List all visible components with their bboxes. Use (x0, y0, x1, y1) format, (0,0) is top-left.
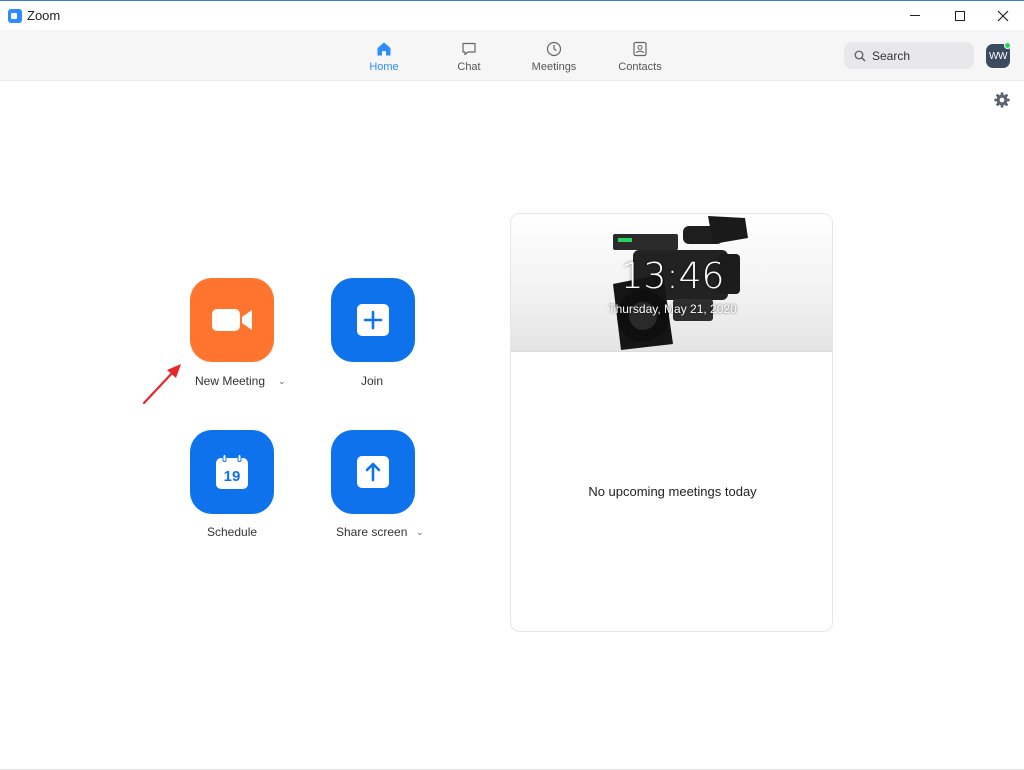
plus-icon (357, 304, 389, 336)
calendar-day-number: 19 (224, 468, 241, 485)
share-screen-label: Share screen (336, 525, 408, 539)
gear-icon[interactable] (993, 91, 1011, 109)
search-input[interactable]: Search (844, 42, 974, 69)
schedule-button[interactable]: 19 (190, 430, 274, 514)
current-date: Thursday, May 21, 2020 (608, 302, 737, 316)
zoom-logo-icon (8, 9, 22, 23)
tab-contacts[interactable]: Contacts (600, 30, 680, 81)
clock-banner: 13:46 Thursday, May 21, 2020 (511, 214, 832, 352)
tab-chat-label: Chat (457, 61, 481, 73)
new-meeting-button[interactable] (190, 278, 274, 362)
presence-status-indicator (1004, 42, 1011, 49)
upcoming-meetings-panel: 13:46 Thursday, May 21, 2020 No upcoming… (510, 213, 833, 632)
contact-card-icon (633, 41, 647, 57)
tab-meetings[interactable]: Meetings (514, 30, 594, 81)
upload-arrow-icon (357, 456, 389, 488)
tab-contacts-label: Contacts (618, 61, 662, 73)
top-nav-bar: Home Chat Meetings Contacts Search WW (0, 30, 1024, 81)
join-button[interactable] (331, 278, 415, 362)
tab-chat[interactable]: Chat (429, 30, 509, 81)
new-meeting-options-chevron-icon[interactable]: ⌄ (278, 376, 286, 387)
chat-bubble-icon (462, 42, 476, 56)
new-meeting-label: New Meeting (195, 374, 266, 388)
close-button[interactable] (980, 1, 1024, 30)
tab-home[interactable]: Home (344, 30, 424, 81)
share-screen-options-chevron-icon[interactable]: ⌄ (416, 527, 424, 538)
minimize-button[interactable] (892, 1, 937, 30)
title-bar: Zoom (0, 1, 1024, 30)
maximize-button[interactable] (937, 1, 982, 30)
clock-icon (546, 41, 562, 57)
search-placeholder: Search (872, 48, 911, 63)
video-camera-icon (212, 309, 252, 331)
no-meetings-message: No upcoming meetings today (588, 484, 757, 499)
window-title: Zoom (27, 8, 61, 23)
schedule-label: Schedule (207, 525, 258, 539)
share-screen-button[interactable] (331, 430, 415, 514)
search-icon (854, 50, 866, 61)
join-label: Join (361, 374, 384, 388)
close-icon (997, 10, 1008, 21)
annotation-arrow-icon (142, 364, 181, 405)
maximize-icon (954, 10, 965, 21)
zoom-window: Zoom Home Chat Meetings Contacts Search … (0, 0, 1024, 770)
calendar-icon: 19 (216, 454, 248, 489)
tab-meetings-label: Meetings (531, 61, 577, 73)
home-icon (377, 42, 391, 56)
tab-home-label: Home (369, 61, 399, 73)
minimize-icon (909, 15, 920, 16)
current-time: 13:46 (620, 256, 725, 297)
